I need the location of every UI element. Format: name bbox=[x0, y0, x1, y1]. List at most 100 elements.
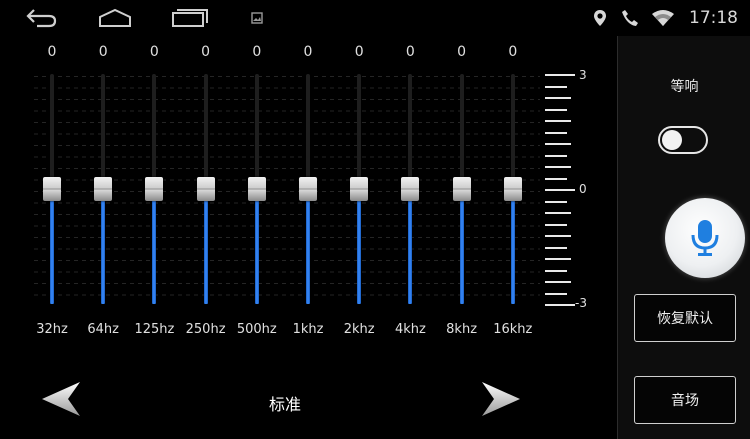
scale-tick bbox=[545, 177, 567, 180]
scale-tick bbox=[545, 292, 567, 295]
eq-band-125hz: 0 125hz bbox=[134, 36, 174, 366]
loudness-toggle[interactable] bbox=[658, 126, 708, 154]
slider-fill bbox=[408, 189, 413, 304]
eq-band-1khz: 0 1khz bbox=[288, 36, 328, 366]
sound-field-button[interactable]: 音场 bbox=[634, 376, 736, 424]
slider-fill bbox=[459, 189, 464, 304]
slider-fill bbox=[510, 189, 515, 304]
eq-band-8khz: 0 8khz bbox=[442, 36, 482, 366]
phone-icon bbox=[621, 9, 639, 27]
scale-tick bbox=[545, 143, 571, 145]
slider-thumb[interactable] bbox=[145, 177, 164, 201]
scale-tick bbox=[545, 166, 571, 168]
scale-max-label: 3 bbox=[579, 68, 587, 82]
eq-band-2khz: 0 2khz bbox=[339, 36, 379, 366]
slider-thumb[interactable] bbox=[452, 177, 471, 201]
slider-fill bbox=[254, 189, 259, 304]
slider-fill bbox=[306, 189, 310, 304]
scale-tick bbox=[545, 131, 567, 134]
scale-tick bbox=[545, 246, 567, 249]
voice-button[interactable] bbox=[665, 198, 745, 278]
home-icon bbox=[99, 8, 131, 27]
recent-apps-icon bbox=[172, 9, 208, 27]
back-icon bbox=[26, 9, 57, 28]
band-frequency-label: 500hz bbox=[236, 322, 277, 337]
slider-fill bbox=[357, 189, 362, 304]
band-frequency-label: 32hz bbox=[36, 322, 68, 337]
eq-band-16khz: 0 16khz bbox=[493, 36, 533, 366]
slider-fill bbox=[203, 189, 208, 304]
scale-tick bbox=[545, 189, 575, 191]
home-button[interactable] bbox=[96, 4, 134, 32]
scale-tick bbox=[545, 281, 571, 283]
scale-tick bbox=[545, 235, 571, 237]
scale-tick bbox=[545, 85, 567, 88]
next-preset-button[interactable] bbox=[478, 380, 522, 418]
band-frequency-label: 2khz bbox=[343, 322, 375, 337]
slider-thumb[interactable] bbox=[350, 177, 369, 201]
band-value: 0 bbox=[508, 44, 518, 60]
arrow-left-icon bbox=[42, 382, 80, 416]
notification-image[interactable] bbox=[249, 4, 265, 32]
scale-tick bbox=[545, 200, 567, 203]
band-value: 0 bbox=[354, 44, 364, 60]
slider-thumb[interactable] bbox=[401, 177, 420, 201]
slider-thumb[interactable] bbox=[299, 177, 317, 201]
scale-tick bbox=[545, 223, 567, 226]
scale-tick bbox=[545, 212, 571, 214]
scale-tick bbox=[545, 154, 567, 157]
scale-tick bbox=[545, 120, 571, 122]
back-button[interactable] bbox=[24, 4, 60, 32]
equalizer-panel: 0 32hz 0 64hz 0 125hz 0 250hz 0 500hz 0 1khz 0 2khz 0 4… bbox=[0, 36, 617, 439]
band-value: 0 bbox=[201, 44, 211, 60]
scale-tick bbox=[545, 97, 571, 99]
scale-tick bbox=[545, 108, 567, 111]
recent-apps-button[interactable] bbox=[168, 4, 210, 32]
scale-min-label: -3 bbox=[575, 296, 587, 310]
status-bar: 17:18 bbox=[0, 0, 750, 36]
scale-mid-label: 0 bbox=[579, 182, 587, 196]
band-frequency-label: 8khz bbox=[446, 322, 478, 337]
slider-fill bbox=[152, 189, 157, 304]
slider-thumb[interactable] bbox=[247, 177, 266, 201]
microphone-icon bbox=[691, 220, 719, 256]
slider-thumb[interactable] bbox=[94, 177, 113, 201]
eq-scale: 3 0 -3 bbox=[545, 68, 615, 312]
band-frequency-label: 16khz bbox=[493, 322, 533, 337]
band-value: 0 bbox=[47, 44, 57, 60]
slider-fill bbox=[50, 189, 54, 304]
scale-tick bbox=[545, 304, 575, 306]
clock: 17:18 bbox=[689, 8, 738, 28]
location-icon bbox=[593, 9, 607, 27]
band-frequency-label: 1khz bbox=[292, 322, 324, 337]
preset-name: 标准 bbox=[268, 395, 301, 414]
band-frequency-label: 125hz bbox=[134, 322, 175, 337]
eq-band-4khz: 0 4khz bbox=[390, 36, 430, 366]
band-frequency-label: 4khz bbox=[394, 322, 426, 337]
band-frequency-label: 64hz bbox=[87, 322, 119, 337]
wifi-icon bbox=[651, 9, 675, 27]
reset-default-button[interactable]: 恢复默认 bbox=[634, 294, 736, 342]
eq-band-500hz: 0 500hz bbox=[237, 36, 277, 366]
arrow-right-icon bbox=[482, 382, 520, 416]
prev-preset-button[interactable] bbox=[40, 380, 84, 418]
eq-band-250hz: 0 250hz bbox=[186, 36, 226, 366]
slider-thumb[interactable] bbox=[43, 177, 61, 201]
scale-tick bbox=[545, 258, 571, 260]
slider-fill bbox=[101, 189, 106, 304]
image-notification-icon bbox=[251, 12, 263, 24]
scale-tick bbox=[545, 74, 575, 76]
band-value: 0 bbox=[457, 44, 467, 60]
eq-band-64hz: 0 64hz bbox=[83, 36, 123, 366]
band-value: 0 bbox=[405, 44, 415, 60]
band-frequency-label: 250hz bbox=[185, 322, 226, 337]
band-value: 0 bbox=[149, 44, 159, 60]
slider-thumb[interactable] bbox=[503, 177, 522, 201]
slider-thumb[interactable] bbox=[196, 177, 215, 201]
loudness-label: 等响 bbox=[670, 79, 699, 95]
band-value: 0 bbox=[303, 44, 313, 60]
band-value: 0 bbox=[98, 44, 108, 60]
band-value: 0 bbox=[252, 44, 262, 60]
toggle-knob bbox=[662, 130, 682, 150]
scale-tick bbox=[545, 269, 567, 272]
